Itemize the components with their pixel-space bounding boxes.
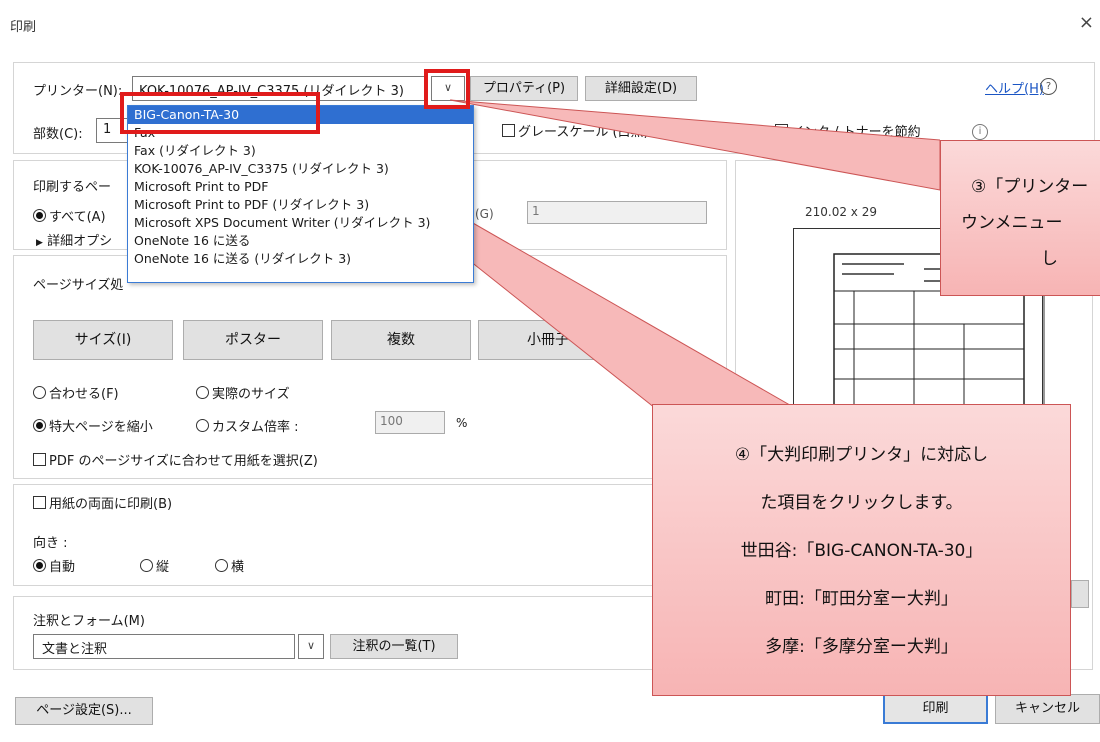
actual-size-label: 実際のサイズ [212,387,290,402]
orientation-label: 向き : [33,536,68,551]
callout4-line2: た項目をクリックします。 [760,493,963,513]
callout3-line2: ウンメニュー [961,213,1063,233]
size-button[interactable]: サイズ(I) [33,320,173,360]
orientation-auto-radio[interactable] [33,559,46,572]
callout3: ③「プリンター ウンメニュー し [940,140,1100,296]
orientation-portrait-option[interactable]: 縦 [140,556,169,575]
pages-all-radio[interactable] [33,209,46,222]
actual-size-option[interactable]: 実際のサイズ [196,383,290,402]
orientation-auto-label: 自動 [49,560,76,575]
more-options-label: 詳細オプシ [47,234,113,249]
callout3-line1: ③「プリンター [971,177,1089,197]
print-button[interactable]: 印刷 [883,694,988,724]
custom-scale-option[interactable]: カスタム倍率 : [196,416,299,435]
callout4: ④「大判印刷プリンタ」に対応し た項目をクリックします。 世田谷:「BIG-CA… [652,404,1071,696]
printer-label: プリンター(N): [33,84,123,99]
duplex-option[interactable]: 用紙の両面に印刷(B) [33,493,172,512]
callout4-line3: 世田谷:「BIG-CANON-TA-30」 [740,541,983,561]
printer-option[interactable]: Microsoft Print to PDF [128,178,473,196]
paper-by-pdf-option[interactable]: PDF のページサイズに合わせて用紙を選択(Z) [33,450,318,469]
annotations-label: 注釈とフォーム(M) [33,614,145,629]
custom-scale-label: カスタム倍率 : [212,420,299,435]
cancel-button[interactable]: キャンセル [995,694,1100,724]
duplex-label: 用紙の両面に印刷(B) [49,497,173,512]
printer-option[interactable]: OneNote 16 に送る [128,232,473,250]
close-icon[interactable]: × [1079,12,1094,33]
pages-heading: 印刷するペー [33,180,112,195]
page-setup-button[interactable]: ページ設定(S)... [15,697,153,725]
paper-by-pdf-checkbox[interactable] [33,453,46,466]
window-title: 印刷 [10,20,37,35]
caret-right-icon: ▶ [36,238,43,248]
pages-all-label: すべて(A) [49,210,106,225]
annotations-select[interactable]: 文書と注釈 [33,634,295,659]
shrink-option[interactable]: 特大ページを縮小 [33,416,153,435]
help-link[interactable]: ヘルプ(H) [985,78,1044,97]
chevron-down-icon: ∨ [306,639,316,652]
shrink-radio[interactable] [33,419,46,432]
callout3-line3: し [1041,249,1058,269]
printer-option[interactable]: Microsoft Print to PDF (リダイレクト 3) [128,196,473,214]
orientation-landscape-option[interactable]: 横 [215,556,244,575]
copies-label: 部数(C): [33,127,83,142]
callout4-line5: 多摩:「多摩分室ー大判」 [765,637,958,657]
fit-option[interactable]: 合わせる(F) [33,383,119,402]
paper-by-pdf-label: PDF のページサイズに合わせて用紙を選択(Z) [49,454,318,469]
printer-option[interactable]: Microsoft XPS Document Writer (リダイレクト 3) [128,214,473,232]
printer-option[interactable]: KOK-10076_AP-IV_C3375 (リダイレクト 3) [128,160,473,178]
callout4-line4: 町田:「町田分室ー大判」 [765,589,958,609]
duplex-checkbox[interactable] [33,496,46,509]
more-options[interactable]: ▶ 詳細オプシ [36,230,112,249]
orientation-auto-option[interactable]: 自動 [33,556,75,575]
callout4-line1: ④「大判印刷プリンタ」に対応し [734,445,989,465]
info-icon[interactable]: i [972,124,988,140]
annotations-dropdown-arrow[interactable]: ∨ [298,634,324,659]
size-heading: ページサイズ処 [33,278,124,293]
annotations-summary-button[interactable]: 注釈の一覧(T) [330,634,458,659]
orientation-landscape-label: 横 [231,560,245,575]
help-icon[interactable]: ? [1040,78,1057,95]
orientation-portrait-label: 縦 [156,560,170,575]
highlight-big-canon-option [120,92,320,134]
actual-size-radio[interactable] [196,386,209,399]
printer-option[interactable]: Fax (リダイレクト 3) [128,142,473,160]
shrink-label: 特大ページを縮小 [49,420,153,435]
preview-nav-button[interactable] [1071,580,1089,608]
fit-label: 合わせる(F) [49,387,119,402]
percent-label: % [456,416,468,430]
custom-scale-radio[interactable] [196,419,209,432]
orientation-portrait-radio[interactable] [140,559,153,572]
fit-radio[interactable] [33,386,46,399]
orientation-landscape-radio[interactable] [215,559,228,572]
printer-option[interactable]: OneNote 16 に送る (リダイレクト 3) [128,250,473,268]
highlight-dropdown-arrow [424,69,470,109]
pages-all-option[interactable]: すべて(A) [33,206,106,225]
